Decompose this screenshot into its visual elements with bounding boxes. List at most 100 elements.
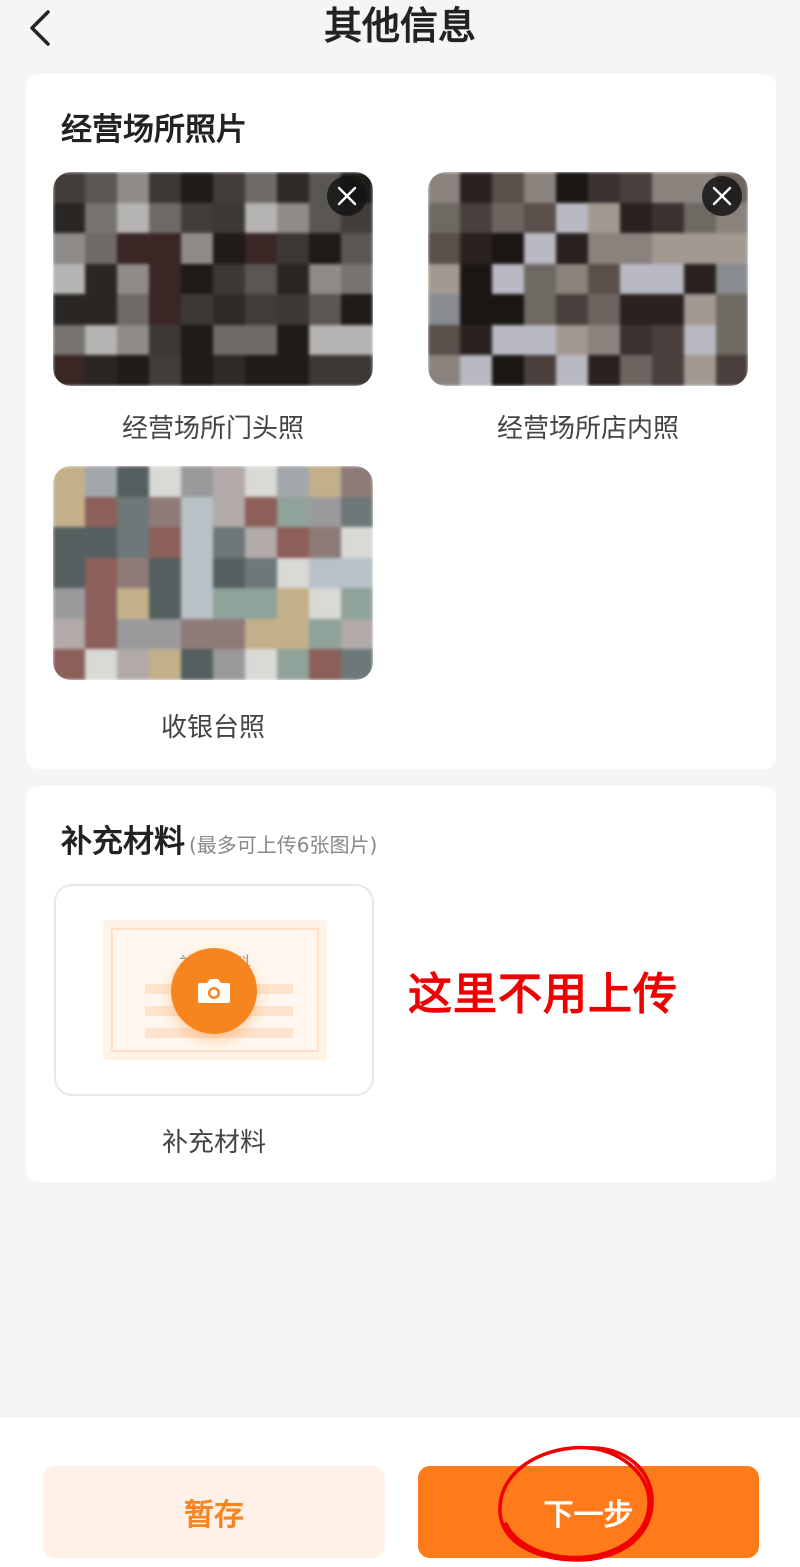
photo-mosaic-cell (652, 172, 684, 203)
photo-mosaic-cell (213, 557, 245, 589)
photo-mosaic-cell (277, 324, 309, 356)
photo-mosaic-cell (716, 355, 748, 386)
photo-mosaic-cell (181, 588, 213, 619)
photo-label-interior: 经营场所店内照 (496, 414, 679, 444)
photo-mosaic-cell (85, 557, 117, 589)
interior-photo-image (428, 172, 748, 386)
photo-mosaic-cell (181, 618, 213, 650)
photo-mosaic-cell (149, 466, 181, 497)
photo-mosaic-cell (556, 202, 588, 234)
photo-mosaic-cell (53, 527, 85, 558)
section-title-supplementary: 补充材料 (最多可上传6张图片) (61, 816, 377, 861)
photo-mosaic-cell (652, 324, 684, 356)
photo-mosaic-cell (309, 618, 341, 650)
photo-mosaic-cell (117, 202, 149, 234)
photo-mosaic-cell (181, 233, 213, 264)
photo-mosaic-cell (149, 557, 181, 589)
photo-mosaic-cell (213, 588, 245, 619)
photo-mosaic-cell (309, 466, 341, 497)
photo-mosaic-cell (85, 618, 117, 650)
photo-mosaic-cell (524, 263, 556, 295)
photo-mosaic-cell (53, 588, 85, 619)
photo-mosaic-cell (524, 324, 556, 356)
photo-mosaic-cell (428, 324, 460, 356)
photo-mosaic-cell (588, 172, 620, 203)
photo-mosaic-cell (85, 355, 117, 386)
photo-mosaic-cell (277, 588, 309, 619)
photo-mosaic-cell (428, 355, 460, 386)
photo-mosaic-cell (149, 588, 181, 619)
photo-mosaic-cell (620, 294, 652, 325)
photo-mosaic-cell (620, 202, 652, 234)
photo-mosaic-cell (53, 466, 85, 497)
photo-mosaic-cell (245, 496, 277, 528)
photo-mosaic-cell (181, 263, 213, 295)
photo-cashier[interactable] (53, 466, 373, 680)
photo-mosaic-cell (245, 527, 277, 558)
photo-mosaic-cell (213, 202, 245, 234)
photo-mosaic-cell (213, 294, 245, 325)
photo-mosaic-cell (588, 233, 620, 264)
photo-mosaic-cell (588, 263, 620, 295)
section-title-business-photos: 经营场所照片 (61, 112, 247, 148)
photo-mosaic-cell (460, 202, 492, 234)
photo-mosaic-cell (181, 202, 213, 234)
next-step-button[interactable]: 下一步 (418, 1466, 759, 1558)
camera-button[interactable] (171, 948, 257, 1034)
photo-mosaic-cell (117, 557, 149, 589)
section-title-text: 补充材料 (61, 824, 185, 860)
photo-mosaic-cell (245, 324, 277, 356)
bottom-action-bar: 暂存 下一步 (0, 1418, 800, 1567)
nav-header: 其他信息 (0, 0, 800, 56)
photo-mosaic-cell (341, 355, 373, 386)
photo-mosaic-cell (309, 527, 341, 558)
photo-mosaic-cell (716, 263, 748, 295)
photo-mosaic-cell (684, 233, 716, 264)
upload-supplementary-button[interactable]: 补充材料 (54, 884, 374, 1096)
photo-mosaic-cell (181, 649, 213, 680)
close-icon (337, 186, 357, 206)
photo-storefront[interactable] (53, 172, 373, 386)
photo-mosaic-cell (149, 263, 181, 295)
photo-mosaic-cell (556, 233, 588, 264)
photo-mosaic-cell (309, 233, 341, 264)
photo-mosaic-cell (460, 263, 492, 295)
photo-mosaic-cell (277, 557, 309, 589)
photo-mosaic-cell (492, 263, 524, 295)
page: 其他信息 经营场所照片 经营场所门头照 经营场所店内照 收银台照 补充材料 (最… (0, 0, 800, 1567)
photo-mosaic-cell (181, 294, 213, 325)
photo-mosaic-cell (588, 294, 620, 325)
photo-mosaic-cell (309, 557, 341, 589)
photo-mosaic-cell (277, 233, 309, 264)
photo-mosaic-cell (716, 324, 748, 356)
annotation-note: 这里不用上传 (408, 969, 678, 1020)
photo-mosaic-cell (277, 618, 309, 650)
photo-mosaic-cell (85, 324, 117, 356)
photo-mosaic-cell (117, 233, 149, 264)
page-title: 其他信息 (323, 4, 476, 48)
photo-mosaic-cell (85, 172, 117, 203)
photo-mosaic-cell (149, 618, 181, 650)
photo-mosaic-cell (428, 294, 460, 325)
photo-mosaic-cell (181, 172, 213, 203)
delete-photo-button[interactable] (702, 176, 742, 216)
photo-mosaic-cell (53, 202, 85, 234)
save-draft-button[interactable]: 暂存 (43, 1466, 385, 1558)
photo-mosaic-cell (149, 202, 181, 234)
photo-mosaic-cell (684, 355, 716, 386)
photo-interior[interactable] (428, 172, 748, 386)
photo-mosaic-cell (309, 294, 341, 325)
photo-mosaic-cell (460, 294, 492, 325)
photo-mosaic-cell (181, 324, 213, 356)
photo-mosaic-cell (277, 202, 309, 234)
photo-mosaic-cell (460, 355, 492, 386)
camera-icon (198, 979, 230, 1003)
photo-mosaic-cell (277, 527, 309, 558)
photo-mosaic-cell (460, 324, 492, 356)
photo-mosaic-cell (277, 355, 309, 386)
photo-mosaic-cell (213, 355, 245, 386)
photo-mosaic-cell (428, 172, 460, 203)
photo-mosaic-cell (341, 649, 373, 680)
photo-mosaic-cell (341, 496, 373, 528)
delete-photo-button[interactable] (327, 176, 367, 216)
